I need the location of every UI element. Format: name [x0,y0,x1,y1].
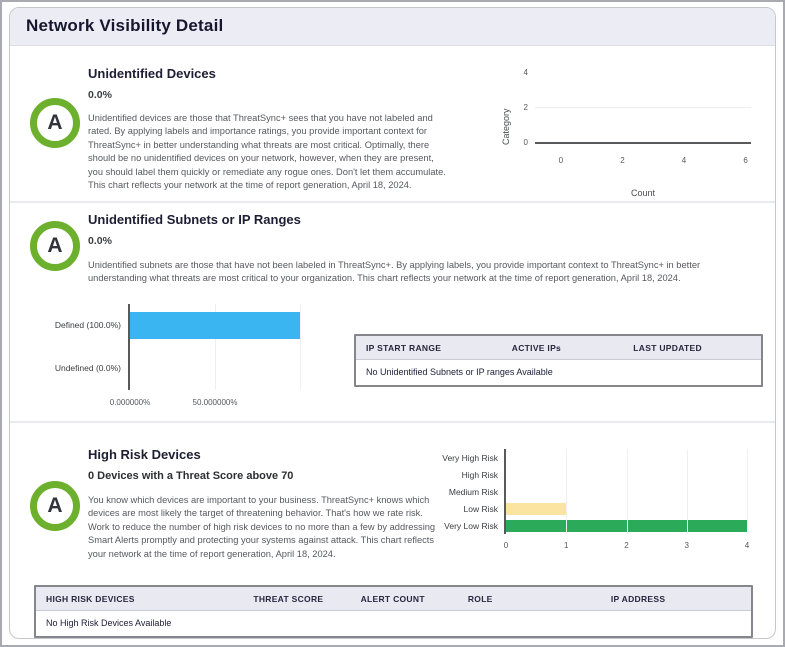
x-tick-label: 4 [681,156,687,165]
gridline [686,449,688,534]
plot-area: 0.000000% 50.000000% [110,303,301,407]
section-description: You know which devices are important to … [88,495,436,559]
grade-letter: A [47,234,63,257]
column-header: ALERT COUNT [360,594,425,604]
section-high-risk-devices: A High Risk Devices 0 Devices with a Thr… [10,421,775,638]
section-title: High Risk Devices [88,447,201,462]
gridline [747,449,748,534]
report-card: Network Visibility Detail A Unidentified… [9,7,776,639]
category-label: High Risk [461,469,498,480]
section-description: Unidentified subnets are those that have… [88,260,701,284]
x-tick-label: 0.000000% [109,397,151,407]
x-tick-label: 1 [564,541,569,550]
x-tick-label: 0 [558,156,564,165]
column-header: ROLE [467,594,493,604]
risk-levels-chart: Very High Risk High Risk Medium Risk Low… [442,441,763,571]
column-header: IP ADDRESS [610,594,666,604]
section-subtitle: 0 Devices with a Threat Score above 70 [88,470,294,482]
plot-area: 0 1 2 3 4 [504,449,749,550]
page-title: Network Visibility Detail [26,16,224,35]
empty-state-message: No High Risk Devices Available [46,618,172,628]
x-tick-label: 2 [624,541,629,550]
category-label: Very High Risk [442,452,498,463]
gridline [566,449,568,534]
grade-badge: A [30,221,80,271]
plot-area: 4 2 0 0 2 4 6 [524,68,751,165]
grade-letter: A [47,111,63,134]
gridline [535,107,751,108]
x-tick-label: 2 [620,156,625,165]
empty-state-message: No Unidentified Subnets or IP ranges Ava… [366,366,553,377]
y-tick-label: 4 [523,68,528,77]
section-unidentified-devices: A Unidentified Devices 0.0% Unidentified… [10,46,775,201]
category-label: Undefined (0.0%) [54,363,121,374]
table-header-row: IP START RANGE ACTIVE IPs LAST UPDATED [356,335,761,360]
x-tick-label: 0 [503,541,509,550]
grade-letter: A [47,494,63,517]
bar-defined [130,311,300,339]
x-tick-label: 50.000000% [192,397,238,407]
section-unidentified-subnets: A Unidentified Subnets or IP Ranges 0.0%… [10,201,775,421]
section-title: Unidentified Devices [88,66,216,81]
column-header: LAST UPDATED [633,342,702,353]
column-header: IP START RANGE [366,342,442,353]
x-tick-label: 3 [684,541,689,550]
bar-low-risk [506,502,567,515]
table-header-row: HIGH RISK DEVICES THREAT SCORE ALERT COU… [36,587,751,611]
grade-badge: A [30,481,80,531]
column-header: THREAT SCORE [253,594,324,604]
column-header: ACTIVE IPs [511,342,562,353]
column-header: HIGH RISK DEVICES [46,594,135,604]
high-risk-devices-table: HIGH RISK DEVICES THREAT SCORE ALERT COU… [34,585,753,638]
x-tick-label: 6 [743,156,748,165]
y-tick-label: 2 [523,103,528,112]
y-axis-label: Category [501,108,511,146]
category-label: Low Risk [463,503,498,514]
grade-badge: A [30,98,80,148]
gridline [300,303,301,390]
metric-value: 0.0% [88,89,112,101]
table-row: No Unidentified Subnets or IP ranges Ava… [356,360,761,385]
screenshot-frame: Network Visibility Detail A Unidentified… [0,0,785,647]
gridline [626,449,628,534]
metric-value: 0.0% [88,235,112,247]
x-tick-label: 4 [744,541,750,550]
section-title: Unidentified Subnets or IP Ranges [88,212,301,227]
x-axis-label: Count [630,188,656,198]
table-row: No High Risk Devices Available [36,611,751,636]
subnets-defined-chart: Defined (100.0%) Undefined (0.0%) 0.0000… [22,296,340,416]
report-header: Network Visibility Detail [10,8,775,46]
unidentified-devices-chart: Category 4 2 0 0 2 4 6 Count [473,52,765,202]
category-label: Defined (100.0%) [54,320,121,331]
section-description: Unidentified devices are those that Thre… [88,113,446,191]
category-label: Very Low Risk [444,520,498,531]
subnets-table: IP START RANGE ACTIVE IPs LAST UPDATED N… [354,333,763,387]
category-label: Medium Risk [448,486,498,497]
y-tick-label: 0 [523,138,528,147]
